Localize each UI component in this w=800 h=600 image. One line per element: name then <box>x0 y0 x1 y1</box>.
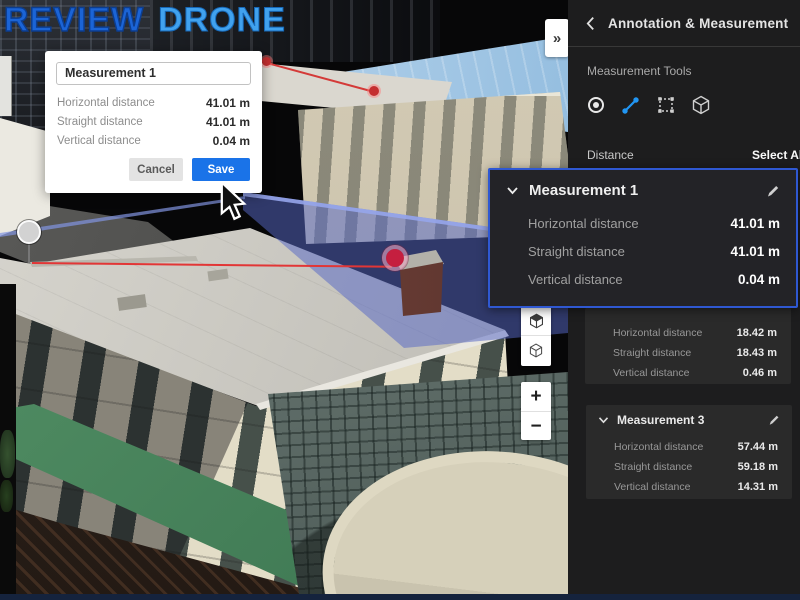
row-value: 41.01 m <box>730 216 780 231</box>
measurement-3-title: Measurement 3 <box>617 413 760 427</box>
view-2d-button[interactable] <box>521 335 551 364</box>
measurement-tools-row <box>584 93 713 117</box>
measurement-row: Straight distance 59.18 m <box>586 457 792 477</box>
row-value: 0.46 m <box>743 367 777 379</box>
measurement-tools-label: Measurement Tools <box>587 64 692 78</box>
measurement-1-panel-selected[interactable]: Measurement 1 Horizontal distance 41.01 … <box>488 168 798 308</box>
row-label: Straight distance <box>528 244 625 259</box>
measurement-row: Horizontal distance 41.01 m <box>528 209 780 237</box>
point-tool-button[interactable] <box>584 93 608 117</box>
minus-icon: − <box>530 417 541 436</box>
mouse-cursor-icon <box>219 181 247 223</box>
measurement-row: Horizontal distance 18.42 m <box>585 323 791 343</box>
row-label: Straight distance <box>613 347 691 359</box>
tree-blob <box>0 430 15 478</box>
watermark-word1: REVIEW <box>4 1 144 39</box>
row-label: Straight distance <box>57 116 143 128</box>
street-strip <box>0 284 16 600</box>
point-tool-icon <box>586 95 606 115</box>
distance-tool-button[interactable] <box>619 93 643 117</box>
row-label: Vertical distance <box>528 272 623 287</box>
watermark-word2: DRONE <box>158 1 286 39</box>
popup-rows: Horizontal distance 41.01 m Straight dis… <box>57 93 250 150</box>
tree-blob <box>0 480 13 512</box>
view-3d-button[interactable] <box>521 306 551 335</box>
measurement-point[interactable] <box>262 57 271 66</box>
watermark: REVIEW DRONE <box>4 1 286 40</box>
popup-row-vertical: Vertical distance 0.04 m <box>57 131 250 150</box>
row-value: 59.18 m <box>738 461 778 473</box>
building-wall-sliver <box>0 56 12 116</box>
row-label: Straight distance <box>614 461 692 473</box>
back-button[interactable] <box>580 13 600 33</box>
edit-pencil-icon[interactable] <box>766 184 780 198</box>
3d-viewport[interactable]: REVIEW DRONE Measurement 1 Horizontal dis… <box>0 0 568 600</box>
popup-row-straight: Straight distance 41.01 m <box>57 112 250 131</box>
measurement-1-title: Measurement 1 <box>529 182 756 199</box>
row-value: 18.43 m <box>737 347 777 359</box>
pin-marker-stem <box>28 243 30 263</box>
row-value: 41.01 m <box>206 115 250 129</box>
measurement-save-popup: Measurement 1 Horizontal distance 41.01 … <box>45 51 262 193</box>
chevron-down-icon[interactable] <box>506 186 519 195</box>
sidebar-title: Annotation & Measurement <box>608 16 788 31</box>
chevron-down-icon[interactable] <box>598 416 609 424</box>
row-value: 18.42 m <box>737 327 777 339</box>
volume-tool-button[interactable] <box>689 93 713 117</box>
row-label: Vertical distance <box>613 367 689 379</box>
row-value: 14.31 m <box>738 481 778 493</box>
cube-outline-icon <box>528 342 544 359</box>
area-tool-button[interactable] <box>654 93 678 117</box>
app-window: REVIEW DRONE Measurement 1 Horizontal dis… <box>0 0 800 600</box>
zoom-buttons: + − <box>521 382 551 440</box>
area-tool-icon <box>656 95 676 115</box>
cancel-button[interactable]: Cancel <box>129 158 183 181</box>
chevron-left-icon <box>586 16 595 31</box>
row-label: Vertical distance <box>57 135 141 147</box>
view-mode-buttons <box>521 306 551 366</box>
select-all-button[interactable]: Select All <box>752 148 800 162</box>
measurement-row: Straight distance 18.43 m <box>585 343 791 363</box>
plus-icon: + <box>530 387 541 406</box>
row-value: 0.04 m <box>738 272 780 287</box>
measurement-name-input[interactable]: Measurement 1 <box>56 62 251 85</box>
measurement-row: Vertical distance 0.46 m <box>585 363 791 383</box>
measurement-2-panel[interactable]: Horizontal distance 18.42 m Straight dis… <box>585 308 791 384</box>
pin-marker[interactable] <box>17 220 41 244</box>
bottom-letterbox-bar <box>0 594 800 600</box>
zoom-in-button[interactable]: + <box>521 382 551 411</box>
popup-row-horizontal: Horizontal distance 41.01 m <box>57 93 250 112</box>
sidebar-collapse-button[interactable]: » <box>545 19 568 57</box>
edit-pencil-icon[interactable] <box>768 414 780 426</box>
row-label: Horizontal distance <box>528 216 639 231</box>
row-label: Horizontal distance <box>614 441 703 453</box>
save-button[interactable]: Save <box>192 158 250 181</box>
measurement-3-panel[interactable]: Measurement 3 Horizontal distance 57.44 … <box>586 405 792 499</box>
row-label: Horizontal distance <box>613 327 702 339</box>
selected-measurement-point[interactable] <box>382 245 408 271</box>
cube-filled-icon <box>528 312 545 330</box>
row-value: 41.01 m <box>206 96 250 110</box>
row-value: 57.44 m <box>738 441 778 453</box>
row-label: Vertical distance <box>614 481 690 493</box>
measurement-row: Vertical distance 0.04 m <box>528 265 780 293</box>
measurement-point[interactable] <box>369 86 379 96</box>
measurement-row: Horizontal distance 57.44 m <box>586 437 792 457</box>
row-value: 41.01 m <box>730 244 780 259</box>
row-label: Horizontal distance <box>57 97 155 109</box>
sidebar-header: Annotation & Measurement <box>568 0 800 47</box>
zoom-out-button[interactable]: − <box>521 411 551 440</box>
row-value: 0.04 m <box>213 134 250 148</box>
volume-tool-icon <box>691 95 711 115</box>
distance-tool-icon <box>621 95 641 115</box>
measurement-row: Vertical distance 14.31 m <box>586 477 792 497</box>
distance-section-label: Distance <box>587 148 634 162</box>
measurement-row: Straight distance 41.01 m <box>528 237 780 265</box>
